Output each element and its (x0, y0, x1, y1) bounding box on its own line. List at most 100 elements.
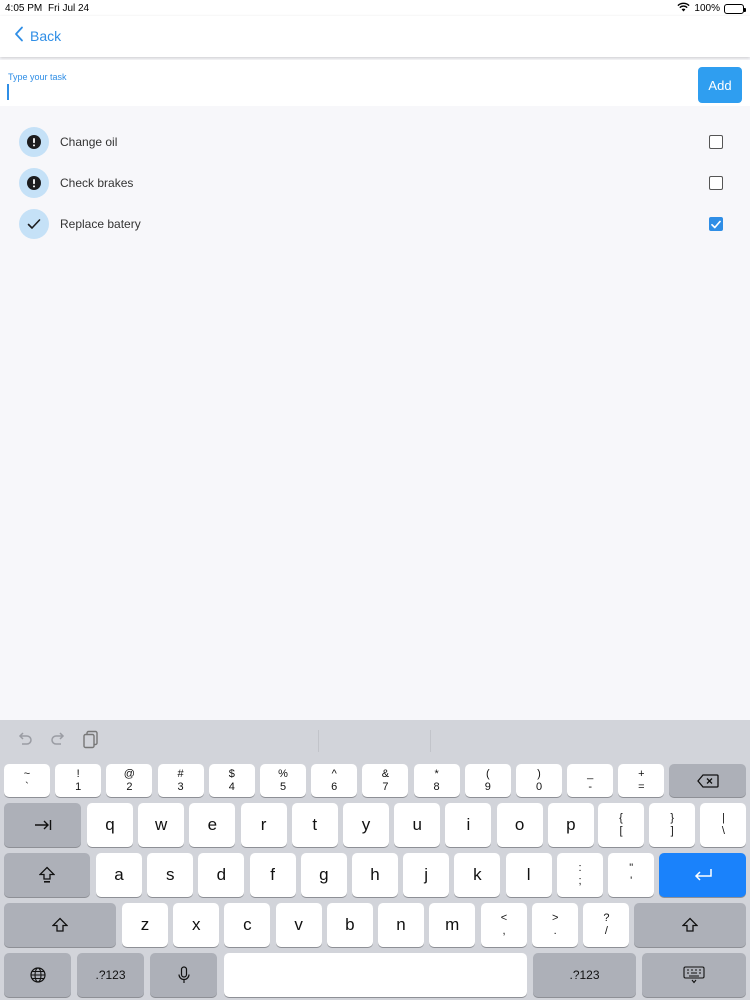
keyboard-dismiss-icon (683, 966, 705, 984)
key-s[interactable]: s (147, 853, 194, 897)
key-label: r (260, 815, 267, 834)
task-input-row: Type your task Add (0, 60, 750, 106)
key-c[interactable]: c (224, 903, 271, 947)
key-label: x (191, 915, 201, 934)
key-symbol[interactable]: <, (481, 903, 527, 947)
key-symbol[interactable]: }] (649, 803, 696, 847)
key-h[interactable]: h (352, 853, 398, 897)
key-label: l (526, 865, 531, 884)
key-symbol[interactable]: >. (532, 903, 579, 947)
status-time: 4:05 PM (5, 3, 43, 14)
add-button[interactable]: Add (698, 67, 742, 103)
key-p[interactable]: p (547, 803, 594, 847)
exclamation-icon (19, 127, 49, 157)
chevron-left-icon (14, 26, 24, 45)
hide-keyboard-key[interactable] (642, 953, 746, 997)
key-label: i (466, 815, 471, 834)
return-key[interactable] (659, 853, 746, 897)
task-input[interactable] (8, 82, 688, 102)
key-f[interactable]: f (249, 853, 296, 897)
key-1[interactable]: ! 1 (55, 764, 102, 797)
key-top-label: # (177, 767, 184, 780)
key-a[interactable]: a (96, 853, 142, 897)
key-l[interactable]: l (505, 853, 552, 897)
key-0[interactable]: ) 0 (516, 764, 562, 797)
key-9[interactable]: (9 (464, 764, 511, 797)
key-=[interactable]: + = (618, 764, 665, 797)
key-z[interactable]: z (122, 903, 168, 947)
key-j[interactable]: j (403, 853, 450, 897)
key-q[interactable]: q (87, 803, 133, 847)
key--[interactable]: _ - (567, 764, 614, 797)
key-x[interactable]: x (173, 903, 220, 947)
checkmark-icon (19, 209, 49, 239)
caps-lock-key[interactable] (4, 853, 90, 897)
key-g[interactable]: g (300, 853, 347, 897)
dictation-key[interactable] (150, 953, 217, 997)
key-symbol[interactable]: ? / (583, 903, 630, 947)
key-top-label: ~ (23, 767, 31, 780)
key-3[interactable]: #3 (157, 764, 204, 797)
key-symbol[interactable]: " ' (608, 853, 655, 897)
key-r[interactable]: r (240, 803, 287, 847)
key-symbol[interactable]: :; (557, 853, 603, 897)
task-checkbox[interactable] (709, 135, 723, 149)
key-5[interactable]: % 5 (260, 764, 306, 797)
key-`[interactable]: ~ ` (4, 764, 50, 797)
task-checkbox[interactable] (709, 176, 723, 190)
key-t[interactable]: t (291, 803, 338, 847)
paste-icon[interactable] (82, 730, 102, 750)
key-u[interactable]: u (394, 803, 441, 847)
key-y[interactable]: y (343, 803, 389, 847)
key-4[interactable]: $4 (208, 764, 255, 797)
key-b[interactable]: b (326, 903, 373, 947)
key-label: .?123 (95, 968, 126, 982)
key-m[interactable]: m (429, 903, 476, 947)
undo-icon[interactable] (16, 730, 36, 750)
globe-icon (29, 967, 46, 983)
key-8[interactable]: * 8 (413, 764, 460, 797)
key-top-label: { (619, 812, 623, 825)
task-item[interactable]: Replace batery (0, 203, 750, 244)
redo-icon[interactable] (49, 730, 69, 750)
wifi-icon (677, 2, 691, 15)
key-bottom-label: 1 (75, 780, 82, 793)
delete-key[interactable] (669, 764, 746, 797)
key-bottom-label: [ (619, 825, 623, 837)
key-2[interactable]: @2 (106, 764, 153, 797)
task-checkbox[interactable] (709, 217, 723, 231)
tab-icon (34, 820, 51, 830)
key-n[interactable]: n (378, 903, 424, 947)
key-label: z (140, 915, 150, 934)
space-bar[interactable] (224, 953, 527, 997)
shift-key-left[interactable] (4, 903, 116, 947)
key-i[interactable]: i (445, 803, 492, 847)
tab-key[interactable] (4, 803, 81, 847)
key-6[interactable]: ^ 6 (311, 764, 358, 797)
status-bar: 4:05 PM Fri Jul 24 100% (0, 0, 750, 16)
key-symbol[interactable]: | \ (700, 803, 747, 847)
key-w[interactable]: w (138, 803, 185, 847)
key-o[interactable]: o (496, 803, 543, 847)
key-v[interactable]: v (275, 903, 322, 947)
key-k[interactable]: k (454, 853, 501, 897)
shift-icon (52, 917, 68, 932)
back-button[interactable]: Back (14, 26, 61, 45)
task-item[interactable]: Change oil (0, 121, 750, 162)
key-label: q (105, 815, 115, 834)
key-top-label: : (578, 862, 582, 875)
key-symbol[interactable]: {[ (598, 803, 644, 847)
key-label: g (319, 865, 329, 884)
numbers-key-left[interactable]: .?123 (77, 953, 144, 997)
key-7[interactable]: & 7 (362, 764, 409, 797)
shift-key-right[interactable] (634, 903, 746, 947)
key-d[interactable]: d (198, 853, 245, 897)
task-item[interactable]: Check brakes (0, 162, 750, 203)
key-e[interactable]: e (189, 803, 236, 847)
key-top-label: ( (485, 767, 490, 780)
toolbar-divider (318, 730, 319, 752)
numbers-key-right[interactable]: .?123 (533, 953, 636, 997)
key-label: m (445, 915, 460, 934)
globe-key[interactable] (4, 953, 71, 997)
key-bottom-label: 3 (177, 780, 184, 793)
